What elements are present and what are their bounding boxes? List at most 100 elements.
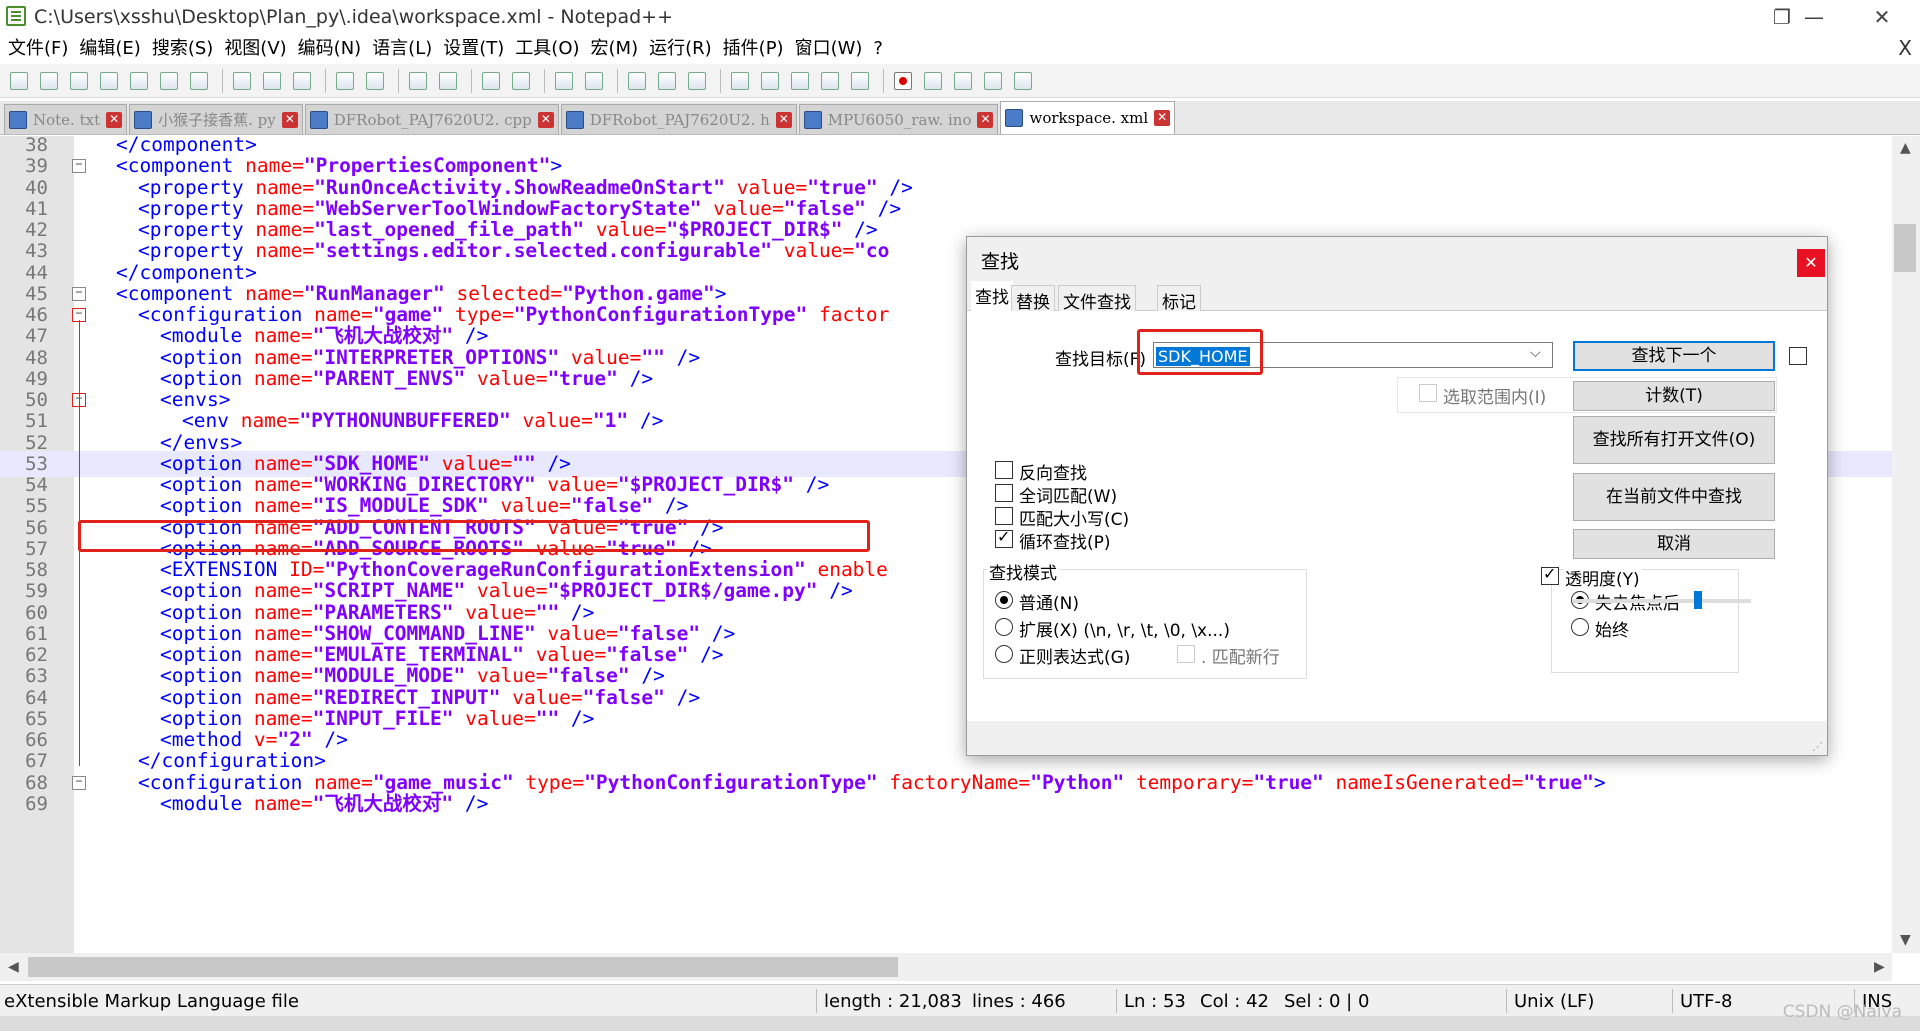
doc-map-icon[interactable] bbox=[757, 69, 783, 93]
dialog-close-icon[interactable]: ✕ bbox=[1797, 249, 1825, 277]
option-checkbox-1[interactable] bbox=[995, 484, 1013, 502]
find-next-button[interactable]: 查找下一个 bbox=[1573, 341, 1775, 371]
count-button[interactable]: 计数(T) bbox=[1573, 381, 1775, 411]
redo-icon[interactable] bbox=[362, 69, 388, 93]
fold-toggle-icon[interactable]: − bbox=[72, 159, 86, 174]
tab-close-icon[interactable]: ✕ bbox=[537, 111, 554, 128]
menu-item-7[interactable]: 工具(O) bbox=[512, 34, 582, 64]
find-icon[interactable] bbox=[405, 69, 431, 93]
mode-regex-radio[interactable] bbox=[995, 645, 1013, 663]
transparency-slider[interactable] bbox=[1573, 599, 1751, 603]
menu-item-5[interactable]: 语言(L) bbox=[369, 34, 435, 64]
scroll-up-icon[interactable]: ▲ bbox=[1900, 140, 1911, 156]
menu-item-4[interactable]: 编码(N) bbox=[295, 34, 365, 64]
scroll-right-icon[interactable]: ▶ bbox=[1874, 959, 1885, 975]
menu-item-6[interactable]: 设置(T) bbox=[440, 34, 507, 64]
maximize-icon[interactable]: ❐ bbox=[1752, 0, 1812, 34]
option-checkbox-0[interactable] bbox=[995, 461, 1013, 479]
scroll-down-icon[interactable]: ▼ bbox=[1900, 932, 1911, 948]
run-macro-multiple-icon[interactable] bbox=[980, 69, 1006, 93]
cancel-button[interactable]: 取消 bbox=[1573, 529, 1775, 559]
show-all-chars-icon[interactable] bbox=[654, 69, 680, 93]
scroll-left-icon[interactable]: ◀ bbox=[8, 959, 19, 975]
word-wrap-icon[interactable] bbox=[624, 69, 650, 93]
record-macro-icon[interactable] bbox=[890, 69, 916, 93]
mode-extended-radio[interactable] bbox=[995, 618, 1013, 636]
line-number: 69 bbox=[25, 792, 48, 815]
print-icon[interactable] bbox=[186, 69, 212, 93]
status-eol: Unix (LF) bbox=[1514, 991, 1595, 1012]
replace-icon[interactable] bbox=[435, 69, 461, 93]
tab-1[interactable]: 小猴子接香蕉. py ✕ bbox=[129, 104, 303, 134]
option-checkbox-3[interactable] bbox=[995, 527, 1013, 548]
sync-h-icon[interactable] bbox=[581, 69, 607, 93]
transparency-slider-thumb[interactable] bbox=[1693, 591, 1702, 609]
menu-item-8[interactable]: 宏(M) bbox=[588, 34, 642, 64]
open-file-icon[interactable] bbox=[36, 69, 62, 93]
code-text: <module name="飞机大战校对" /> bbox=[160, 791, 489, 815]
copy-icon[interactable] bbox=[259, 69, 285, 93]
transparency-checkbox[interactable] bbox=[1541, 564, 1559, 585]
in-selection-checkbox[interactable] bbox=[1419, 384, 1437, 402]
watermark: CSDN @Naiva bbox=[1782, 1002, 1902, 1022]
menu-item-1[interactable]: 编辑(E) bbox=[76, 34, 143, 64]
find-next-option-checkbox[interactable] bbox=[1789, 347, 1807, 365]
mode-normal-radio[interactable] bbox=[995, 591, 1013, 609]
tab-close-icon[interactable]: ✕ bbox=[775, 111, 792, 128]
resize-grip-icon[interactable]: ⋰ bbox=[1812, 740, 1823, 753]
tab-find[interactable]: 查找 bbox=[971, 281, 1013, 311]
tab-5[interactable]: workspace. xml ✕ bbox=[1000, 101, 1176, 134]
cut-icon[interactable] bbox=[229, 69, 255, 93]
stop-macro-icon[interactable] bbox=[920, 69, 946, 93]
play-macro-icon[interactable] bbox=[950, 69, 976, 93]
close-icon[interactable] bbox=[126, 69, 152, 93]
tab-close-icon[interactable]: ✕ bbox=[1154, 110, 1171, 126]
menu-item-11[interactable]: 窗口(W) bbox=[792, 34, 866, 64]
paste-icon[interactable] bbox=[289, 69, 315, 93]
menu-item-10[interactable]: 插件(P) bbox=[720, 34, 787, 64]
save-icon[interactable] bbox=[66, 69, 92, 93]
menu-item-9[interactable]: 运行(R) bbox=[646, 34, 715, 64]
fold-toggle-icon[interactable]: − bbox=[72, 286, 86, 301]
transparency-always-radio[interactable] bbox=[1571, 618, 1589, 636]
sync-v-icon[interactable] bbox=[551, 69, 577, 93]
menu-item-2[interactable]: 搜索(S) bbox=[149, 34, 216, 64]
udl-icon[interactable] bbox=[727, 69, 753, 93]
chevron-down-icon[interactable]: ⌵ bbox=[1530, 345, 1541, 361]
tab-3[interactable]: DFRobot_PAJ7620U2. h ✕ bbox=[560, 104, 797, 134]
tab-mark[interactable]: 标记 bbox=[1157, 285, 1201, 313]
tab-close-icon[interactable]: ✕ bbox=[106, 111, 123, 128]
notepadpp-icon bbox=[6, 6, 26, 26]
new-file-icon[interactable] bbox=[6, 69, 32, 93]
fold-toggle-icon[interactable]: − bbox=[72, 775, 86, 790]
vertical-scroll-thumb[interactable] bbox=[1894, 224, 1916, 272]
zoom-out-icon[interactable] bbox=[508, 69, 534, 93]
zoom-in-icon[interactable] bbox=[478, 69, 504, 93]
indent-guide-icon[interactable] bbox=[684, 69, 710, 93]
close-icon[interactable]: ✕ bbox=[1852, 0, 1912, 34]
tab-close-icon[interactable]: ✕ bbox=[281, 111, 298, 128]
tab-find-in-files[interactable]: 文件查找 bbox=[1058, 285, 1136, 313]
close-document-icon[interactable]: X bbox=[1898, 36, 1912, 60]
undo-icon[interactable] bbox=[332, 69, 358, 93]
menu-item-12[interactable]: ? bbox=[870, 34, 886, 64]
menu-item-0[interactable]: 文件(F) bbox=[5, 34, 71, 64]
save-all-icon[interactable] bbox=[96, 69, 122, 93]
close-all-icon[interactable] bbox=[156, 69, 182, 93]
dot-newline-checkbox[interactable] bbox=[1177, 645, 1195, 663]
tab-2[interactable]: DFRobot_PAJ7620U2. cpp ✕ bbox=[304, 104, 559, 134]
save-macro-icon[interactable] bbox=[1010, 69, 1036, 93]
folder-workspace-icon[interactable] bbox=[817, 69, 843, 93]
option-checkbox-2[interactable] bbox=[995, 507, 1013, 525]
function-list-icon[interactable] bbox=[787, 69, 813, 93]
tab-close-icon[interactable]: ✕ bbox=[977, 111, 994, 128]
menu-item-3[interactable]: 视图(V) bbox=[221, 34, 289, 64]
dialog-tabs: 查找 替换 文件查找 标记 bbox=[967, 281, 1827, 313]
monitor-icon[interactable] bbox=[847, 69, 873, 93]
find-all-current-button[interactable]: 在当前文件中查找 bbox=[1573, 473, 1775, 521]
tab-0[interactable]: Note. txt ✕ bbox=[4, 104, 128, 134]
horizontal-scroll-thumb[interactable] bbox=[28, 957, 898, 977]
find-all-open-button[interactable]: 查找所有打开文件(O) bbox=[1573, 416, 1775, 464]
tab-4[interactable]: MPU6050_raw. ino ✕ bbox=[798, 104, 999, 134]
tab-replace[interactable]: 替换 bbox=[1011, 285, 1055, 313]
